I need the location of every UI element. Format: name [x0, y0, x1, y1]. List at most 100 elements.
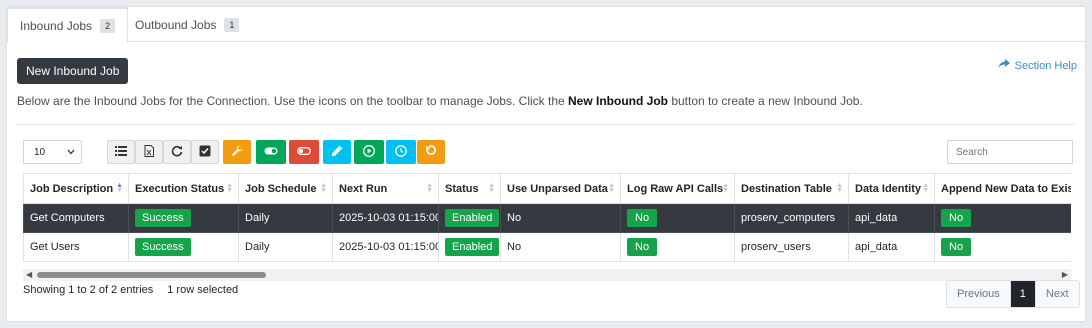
- undo-icon: [425, 144, 437, 160]
- jobs-table: Job Description ▲ ▼ Execution Status ▲ ▼ Job…: [23, 173, 1071, 262]
- selection-info: 1 row selected: [167, 284, 239, 296]
- tab-count-badge: 1: [224, 17, 240, 32]
- description-text-end: button to create a new Inbound Job.: [668, 94, 863, 108]
- column-header[interactable]: Next Run ▲ ▼: [332, 173, 439, 204]
- sort-icon: ▲ ▼: [922, 182, 929, 194]
- status-badge: Enabled: [445, 238, 500, 256]
- table-info: Showing 1 to 2 of 2 entries 1 row selecte…: [23, 284, 238, 296]
- schedule-cell: Daily: [238, 232, 333, 262]
- job-description-cell: Get Computers: [23, 203, 129, 233]
- unparsed-cell: No: [500, 232, 621, 262]
- scrollbar-thumb[interactable]: [37, 272, 266, 278]
- edit-button[interactable]: [323, 140, 351, 164]
- execution-status-cell: Success: [128, 203, 239, 233]
- status-badge: No: [627, 209, 658, 227]
- refresh-icon: [171, 145, 183, 160]
- column-header[interactable]: Status ▲ ▼: [438, 173, 501, 204]
- entries-info: Showing 1 to 2 of 2 entries: [23, 284, 154, 296]
- column-header-label: Destination Table: [741, 182, 832, 195]
- page-description: Below are the Inbound Jobs for the Conne…: [17, 94, 863, 108]
- tab-label: Inbound Jobs: [20, 18, 93, 33]
- run-now-button[interactable]: [354, 140, 384, 164]
- toggle-on-icon: [264, 145, 278, 160]
- sort-icon: ▲ ▼: [426, 182, 433, 194]
- page-1-button[interactable]: 1: [1009, 281, 1035, 307]
- job-description-cell: Get Users: [23, 232, 129, 262]
- status-cell: Enabled: [438, 203, 501, 233]
- log-raw-cell: No: [620, 203, 735, 233]
- refresh-button[interactable]: [163, 140, 191, 164]
- sort-icon: ▲ ▼: [722, 182, 729, 194]
- column-header-label: Execution Status: [135, 182, 225, 195]
- page-length-select[interactable]: 10: [23, 140, 82, 164]
- export-excel-button[interactable]: [135, 140, 163, 164]
- chevron-down-icon: [67, 147, 75, 158]
- tab-label: Outbound Jobs: [135, 17, 217, 32]
- configure-button[interactable]: [223, 140, 251, 164]
- column-header[interactable]: Job Schedule ▲ ▼: [238, 173, 333, 204]
- select-all-button[interactable]: [191, 140, 219, 164]
- append-cell: No: [934, 232, 1071, 262]
- horizontal-scrollbar[interactable]: ◀ ▶: [23, 269, 1071, 281]
- sort-icon: ▲ ▼: [488, 182, 495, 194]
- unparsed-cell: No: [500, 203, 621, 233]
- schedule-cell: Daily: [238, 203, 333, 233]
- scroll-left-arrow-icon[interactable]: ◀: [26, 270, 32, 279]
- column-header[interactable]: Log Raw API Calls ▲ ▼: [620, 173, 735, 204]
- append-cell: No: [934, 203, 1071, 233]
- excel-file-icon: [143, 144, 155, 160]
- schedule-button[interactable]: [386, 140, 416, 164]
- next-run-cell: 2025-10-03 01:15:00: [332, 232, 439, 262]
- jobs-table-container: Job Description ▲ ▼ Execution Status ▲ ▼ Job…: [23, 173, 1071, 277]
- sort-ascending-icon: ▲ ▼: [116, 182, 123, 194]
- description-text: Below are the Inbound Jobs for the Conne…: [17, 94, 568, 108]
- page-length-value: 10: [34, 146, 46, 158]
- disable-button[interactable]: [289, 140, 319, 164]
- column-header-label: Status: [445, 182, 479, 195]
- column-header[interactable]: Use Unparsed Data ▲ ▼: [500, 173, 621, 204]
- log-raw-cell: No: [620, 232, 735, 262]
- search-input[interactable]: [947, 140, 1073, 164]
- table-row[interactable]: Get Computers Success Daily 2025-10-03 0…: [23, 203, 1071, 233]
- sort-icon: ▲ ▼: [320, 182, 327, 194]
- column-header-label: Data Identity: [855, 182, 922, 195]
- section-help-label: Section Help: [1014, 59, 1077, 72]
- tab-inbound-jobs[interactable]: Inbound Jobs 2: [7, 7, 129, 43]
- column-header[interactable]: Execution Status ▲ ▼: [128, 173, 239, 204]
- execution-status-cell: Success: [128, 232, 239, 262]
- status-badge: No: [941, 238, 972, 256]
- clock-icon: [395, 144, 407, 160]
- reset-button[interactable]: [417, 140, 445, 164]
- jobs-panel: Inbound Jobs 2 Outbound Jobs 1 New Inbou…: [6, 6, 1086, 322]
- checkbox-icon: [199, 145, 211, 160]
- scroll-right-arrow-icon[interactable]: ▶: [1062, 270, 1068, 279]
- previous-page-button[interactable]: Previous: [947, 281, 1010, 307]
- next-page-button[interactable]: Next: [1034, 281, 1079, 307]
- sort-icon: ▲ ▼: [836, 182, 843, 194]
- status-badge: Enabled: [445, 209, 500, 227]
- column-header[interactable]: Destination Table ▲ ▼: [734, 173, 849, 204]
- sort-icon: ▲ ▼: [608, 182, 615, 194]
- section-help-link[interactable]: Section Help: [998, 59, 1077, 72]
- column-list-button[interactable]: [107, 140, 135, 164]
- new-inbound-job-button[interactable]: New Inbound Job: [17, 58, 129, 84]
- pagination: Previous 1 Next: [946, 280, 1080, 308]
- column-header-label: Next Run: [339, 182, 388, 195]
- play-circle-icon: [363, 144, 375, 160]
- table-row[interactable]: Get Users Success Daily 2025-10-03 01:15…: [23, 232, 1071, 262]
- status-badge: No: [627, 238, 658, 256]
- tab-outbound-jobs[interactable]: Outbound Jobs 1: [123, 7, 251, 42]
- sort-icon: ▲ ▼: [226, 182, 233, 194]
- column-header[interactable]: Data Identity ▲ ▼: [848, 173, 935, 204]
- status-badge: Success: [135, 209, 191, 227]
- description-bold: New Inbound Job: [568, 94, 668, 108]
- column-header-label: Log Raw API Calls: [627, 182, 724, 195]
- divider: [17, 124, 1075, 125]
- destination-table-cell: proserv_computers: [734, 203, 849, 233]
- data-identity-cell: api_data: [848, 232, 935, 262]
- column-header[interactable]: Job Description ▲ ▼: [23, 173, 129, 204]
- status-badge: Success: [135, 238, 191, 256]
- enable-button[interactable]: [256, 140, 286, 164]
- next-run-cell: 2025-10-03 01:15:00: [332, 203, 439, 233]
- column-header[interactable]: Append New Data to Existing: [934, 173, 1071, 204]
